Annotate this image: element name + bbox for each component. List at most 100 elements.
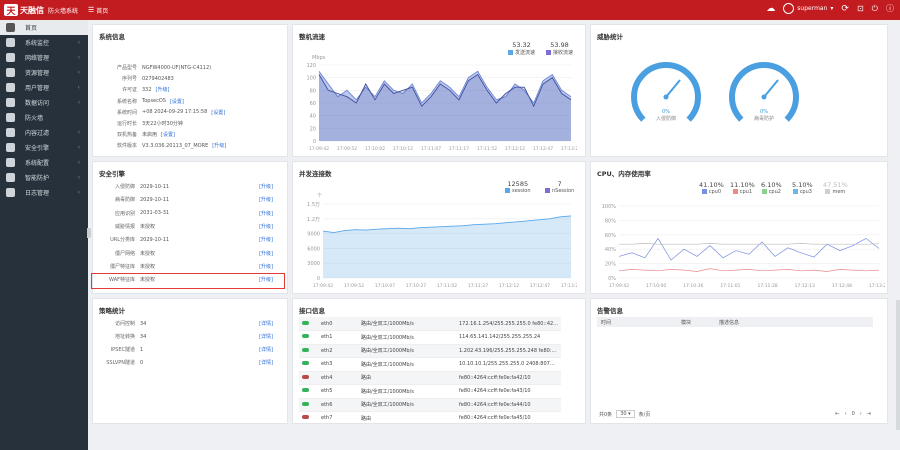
series-area-session [323,215,571,278]
action-link[interactable]: [升级] [156,86,170,93]
legend-label: session [512,188,531,194]
x-tick-label: 17:11:01 [720,283,740,289]
grid [619,205,879,279]
action-link[interactable]: [详情] [259,320,273,327]
action-link[interactable]: [设置] [170,98,184,105]
prev-page-icon[interactable]: ‹ [845,411,847,417]
menu-icon[interactable]: ☰ [88,6,94,14]
page-scrollbar[interactable] [896,300,900,430]
last-page-icon[interactable]: ⇥ [867,411,871,417]
filter-icon [6,128,15,137]
action-link[interactable]: [详情] [259,359,273,366]
legend-cpu3[interactable]: 5.10% cpu3 [792,181,813,195]
column-header[interactable]: 时间 [597,319,681,326]
sidebar-item-label: 智能防护 [25,175,50,182]
action-link[interactable]: [详情] [259,333,273,340]
next-page-icon[interactable]: › [860,411,862,417]
sidebar-item-2[interactable]: 网络管理 ‹ [0,50,88,65]
sidebar-item-8[interactable]: 安全引擎 ‹ [0,140,88,155]
lock-icon[interactable]: ⊡ [857,4,864,13]
sidebar: 首页 系统监控 ‹ 网络管理 ‹ 资源管理 ‹ 用户管理 ‹ 数据访问 ‹ 防火墙 内容过滤 ‹ 安全引擎 ‹… [0,20,88,450]
action-link[interactable]: [升级] [259,263,273,270]
table-row[interactable]: eth0 路由/全双工/1000Mb/s 172.16.1.254/255.255.… [299,317,561,331]
breadcrumb[interactable]: ☰ 首页 [88,6,108,15]
port-mode: 路由/全双工/1000Mb/s [361,398,459,412]
column-header[interactable]: 描述信息 [719,319,739,326]
info-value: V3.3.036.20113_07_MORE [142,142,209,149]
page-number[interactable]: 0 [852,411,855,417]
column-header[interactable]: 模块 [681,319,719,326]
log-icon [6,188,15,197]
y-tick-label: 9000 [307,232,320,238]
panel-title: 接口信息 [299,307,325,315]
sidebar-item-6[interactable]: 防火墙 [0,110,88,125]
info-value: 332 [142,86,152,93]
panel-title: 威胁统计 [597,33,623,41]
refresh-icon[interactable]: ⟳ [841,4,849,14]
action-link[interactable]: [设置] [161,131,175,138]
table-row[interactable]: eth4 路由 fe80::4264:ccff:fe0e:fa42/10 [299,371,561,385]
sidebar-collapse-handle[interactable] [87,228,91,238]
table-row[interactable]: eth2 路由/全双工/1000Mb/s 1.202.43.196/255.255.… [299,344,561,358]
table-row[interactable]: eth3 路由/全双工/1000Mb/s 10.10.10.1/255.255.25… [299,357,561,372]
y-tick-label: 40 [310,114,316,120]
page-size-select[interactable]: 30 ▾ [616,410,635,418]
legend-session[interactable]: 12585 session [505,180,531,194]
legend-recv[interactable]: 53.98 接收流速 [546,41,573,56]
sidebar-item-4[interactable]: 用户管理 ‹ [0,80,88,95]
legend-send[interactable]: 53.32 发送流速 [508,41,535,56]
sidebar-item-7[interactable]: 内容过滤 ‹ [0,125,88,140]
user-menu[interactable]: superman ▾ [783,3,833,14]
panel-title: CPU、内存使用率 [597,170,651,178]
first-page-icon[interactable]: ⇤ [835,411,839,417]
table-row[interactable]: eth6 路由/全双工/1000Mb/s fe80::4264:ccff:fe0e:… [299,398,561,412]
sidebar-item-5[interactable]: 数据访问 ‹ [0,95,88,110]
cloud-icon[interactable]: ☁ [766,4,775,14]
info-key: 产品型号 [116,65,137,71]
legend-value: 53.32 [512,41,531,49]
panel-title: 策略统计 [99,307,125,315]
action-link[interactable]: [升级] [259,236,273,243]
sidebar-item-0[interactable]: 首页 [0,20,88,35]
info-value: 2031-03-31 [140,210,170,217]
x-tick-label: 17:11:28 [757,283,777,289]
traffic-panel: 整机流速 53.32 发送流速 53.98 接收流速 Mbps 120 100 80… [292,24,586,157]
info-row: 僵尸网络 未授权 [升级] [93,249,283,258]
legend-mem[interactable]: 47.51% mem [823,181,848,195]
policy-panel: 策略统计 访问控制 34 [详情] 地址转换 34 [详情] IPSEC隧道 1 [详情] SSL… [92,298,288,424]
action-link[interactable]: [升级] [259,183,273,190]
action-link[interactable]: [升级] [259,250,273,257]
action-link[interactable]: [升级] [259,210,273,217]
brand-logo[interactable]: 天 天融信 防火墙系统 [0,4,88,17]
legend-nsession[interactable]: 7 nSession [545,180,574,194]
action-link[interactable]: [升级] [212,142,226,149]
power-icon[interactable]: ⏻ [872,4,878,14]
sidebar-item-label: 内容过滤 [25,130,50,137]
protect-icon [6,173,15,182]
port-name: eth6 [321,398,361,412]
sidebar-item-3[interactable]: 资源管理 ‹ [0,65,88,80]
action-link[interactable]: [升级] [259,196,273,203]
info-icon[interactable]: ⓘ [886,3,894,14]
sidebar-item-9[interactable]: 系统配置 ‹ [0,155,88,170]
table-row[interactable]: eth1 路由/全双工/1000Mb/s 114.65.141.142/255.25… [299,330,561,345]
legend-label: mem [832,189,846,195]
legend-cpu1[interactable]: 11.10% cpu1 [730,181,755,195]
ethernet-port-icon [302,374,309,379]
system-info-panel: 系统信息 产品型号 NGFW4000-UF(NTG-C4112) 序列号 027940… [92,24,288,157]
sidebar-item-1[interactable]: 系统监控 ‹ [0,35,88,50]
info-value: 未授权 [140,223,156,230]
legend-cpu2[interactable]: 6.10% cpu2 [761,181,782,195]
port-name: eth4 [321,371,361,385]
username: superman [797,5,828,12]
table-row[interactable]: eth5 路由/全双工/1000Mb/s fe80::4264:ccff:fe0e:… [299,384,561,399]
action-link[interactable]: [详情] [259,346,273,353]
table-row[interactable]: eth7 路由 fe80::4264:ccff:fe0e:fa45/10 [299,411,561,426]
breadcrumb-home[interactable]: 首页 [96,6,108,15]
legend-cpu0[interactable]: 41.10% cpu0 [699,181,724,195]
action-link[interactable]: [设置] [211,109,225,116]
action-link[interactable]: [升级] [259,223,273,230]
sidebar-item-10[interactable]: 智能防护 ‹ [0,170,88,185]
x-tick-label: 17:12:12 [505,146,525,152]
sidebar-item-11[interactable]: 日志管理 ‹ [0,185,88,200]
